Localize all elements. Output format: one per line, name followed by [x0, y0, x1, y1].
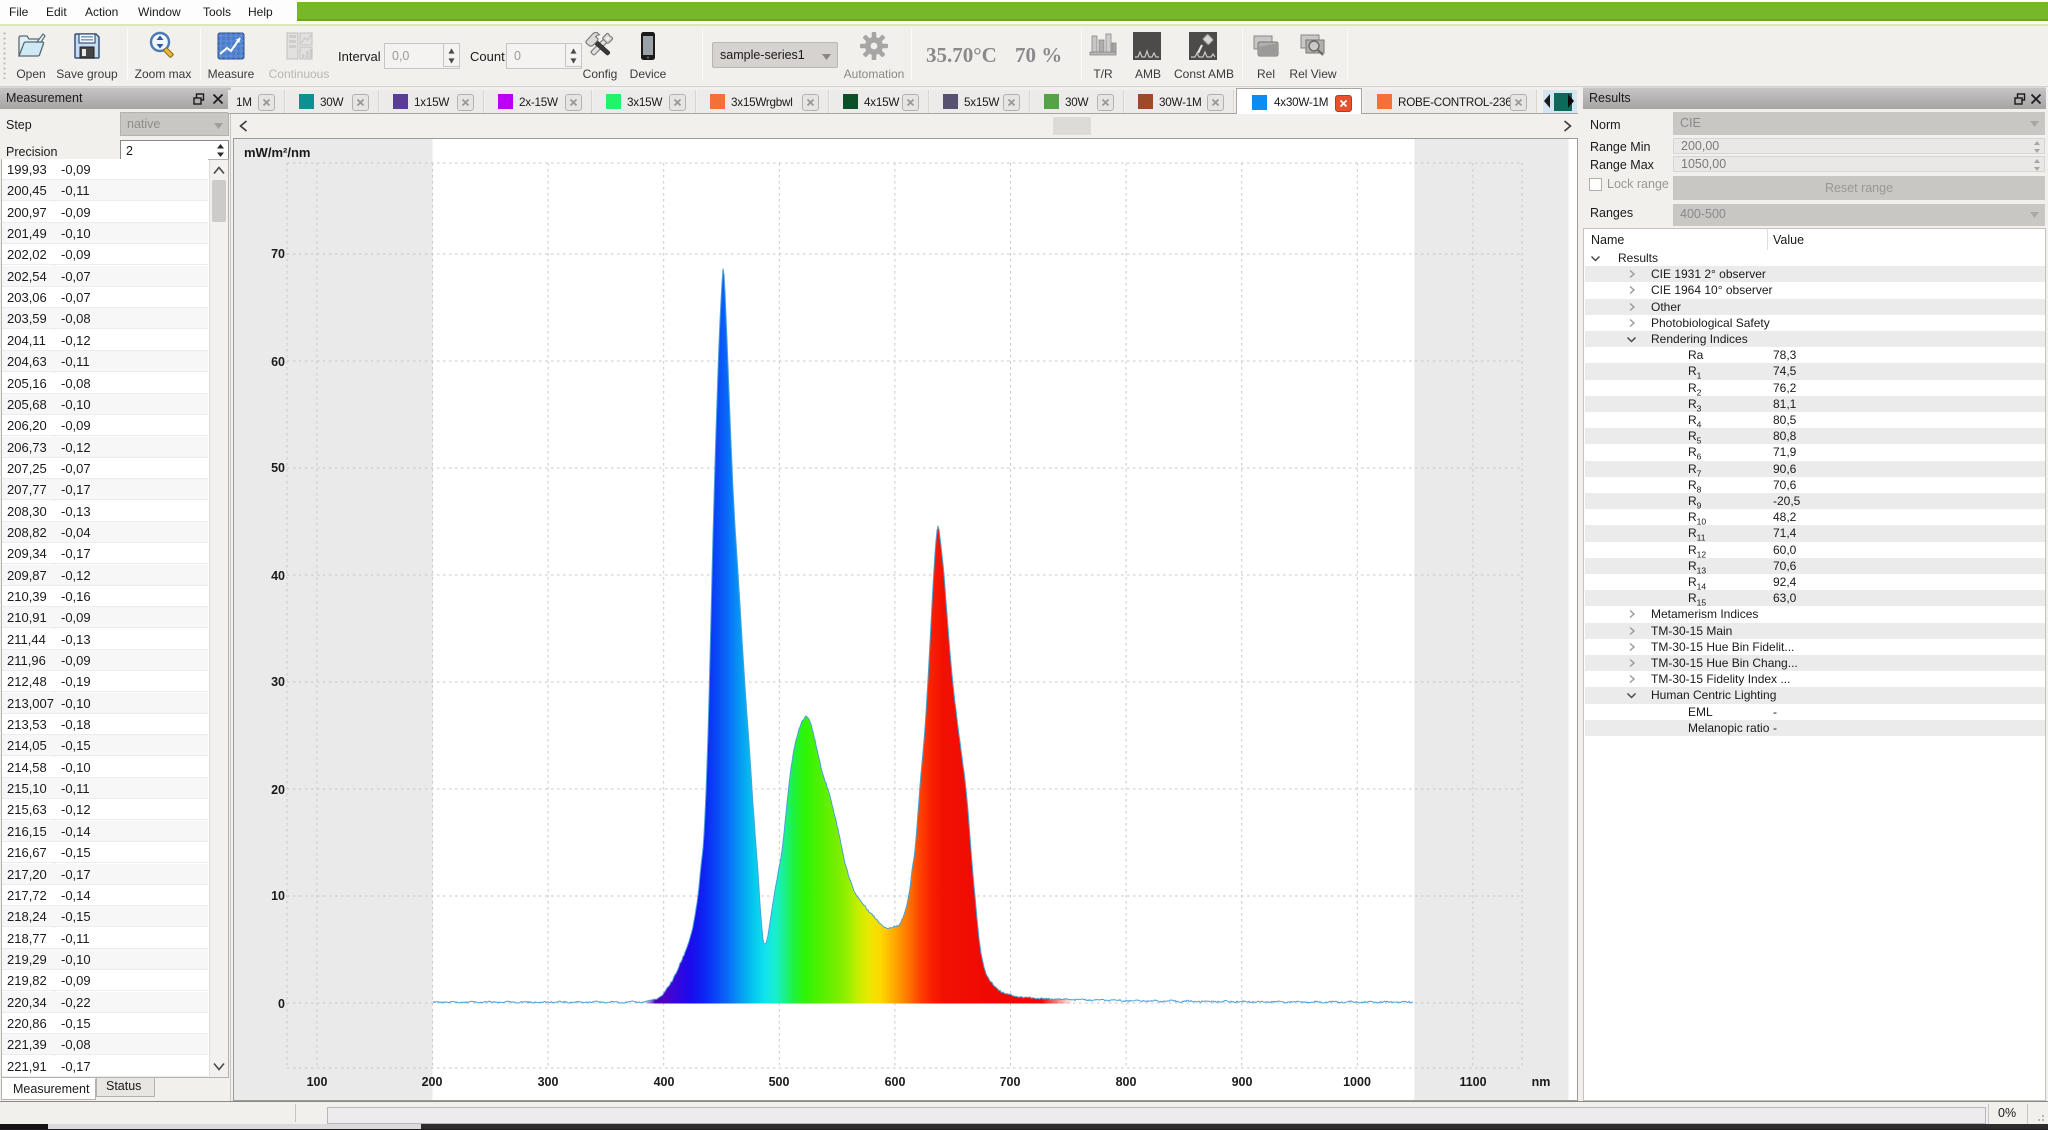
svg-text:600: 600 — [885, 1075, 906, 1089]
svg-text:100: 100 — [307, 1075, 328, 1089]
svg-text:50: 50 — [271, 461, 285, 475]
svg-text:1100: 1100 — [1459, 1075, 1486, 1089]
svg-text:300: 300 — [538, 1075, 559, 1089]
svg-text:30: 30 — [271, 675, 285, 689]
svg-text:800: 800 — [1116, 1075, 1137, 1089]
svg-text:200: 200 — [422, 1075, 443, 1089]
svg-text:900: 900 — [1232, 1075, 1253, 1089]
svg-text:1000: 1000 — [1343, 1075, 1371, 1089]
svg-text:10: 10 — [271, 889, 285, 903]
svg-text:700: 700 — [1000, 1075, 1021, 1089]
svg-text:nm: nm — [1532, 1075, 1551, 1089]
svg-text:60: 60 — [271, 355, 285, 369]
svg-text:40: 40 — [271, 569, 285, 583]
svg-text:mW/m²/nm: mW/m²/nm — [244, 145, 310, 160]
svg-text:20: 20 — [271, 783, 285, 797]
svg-text:70: 70 — [271, 247, 285, 261]
svg-text:500: 500 — [769, 1075, 790, 1089]
svg-text:0: 0 — [278, 997, 285, 1011]
svg-text:400: 400 — [654, 1075, 675, 1089]
